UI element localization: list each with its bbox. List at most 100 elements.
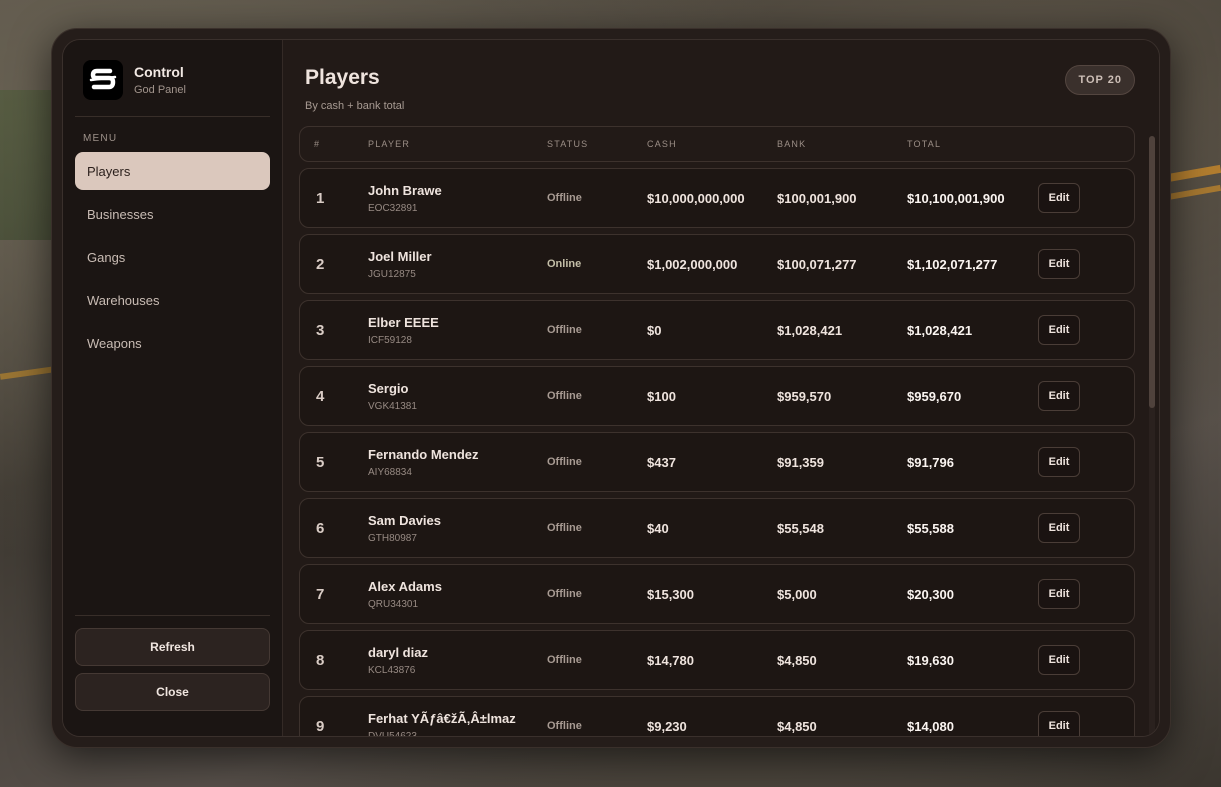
scrollbar-thumb[interactable] [1149, 136, 1155, 408]
edit-button[interactable]: Edit [1038, 711, 1080, 736]
brand: Control God Panel [75, 40, 270, 117]
page-subtitle: By cash + bank total [305, 100, 405, 112]
bank-value: $4,850 [777, 652, 817, 668]
total-value: $19,630 [907, 652, 954, 668]
sidebar-item-players[interactable]: Players [75, 152, 270, 190]
status-badge: Offline [547, 654, 582, 666]
sidebar-item-weapons[interactable]: Weapons [75, 324, 270, 362]
total-value: $91,796 [907, 454, 954, 470]
top-count-badge: TOP 20 [1065, 65, 1135, 95]
table-row: 2 Joel Miller JGU12875 Online $1,002,000,… [299, 234, 1135, 294]
cash-value: $0 [647, 322, 662, 338]
edit-button[interactable]: Edit [1038, 315, 1080, 345]
bank-value: $1,028,421 [777, 322, 843, 338]
refresh-button[interactable]: Refresh [75, 628, 270, 666]
total-value: $14,080 [907, 718, 954, 734]
status-badge: Online [547, 258, 582, 270]
table-row: 5 Fernando Mendez AIY68834 Offline $437 $… [299, 432, 1135, 492]
page-title: Players [305, 66, 380, 89]
edit-button[interactable]: Edit [1038, 645, 1080, 675]
edit-button[interactable]: Edit [1038, 381, 1080, 411]
cash-value: $15,300 [647, 586, 694, 602]
player-name: Ferhat YÃƒâ€žÃ‚Â±lmaz [368, 710, 516, 726]
total-value: $1,102,071,277 [907, 256, 998, 272]
player-name: Fernando Mendez [368, 446, 479, 462]
bank-value: $100,001,900 [777, 190, 857, 206]
brand-subtitle: God Panel [134, 84, 186, 96]
sidebar-item-warehouses[interactable]: Warehouses [75, 281, 270, 319]
cash-value: $100 [647, 388, 676, 404]
bank-value: $959,570 [777, 388, 832, 404]
row-rank: 4 [316, 387, 325, 405]
table-row: 4 Sergio VGK41381 Offline $100 $959,570 $… [299, 366, 1135, 426]
sidebar-actions: Refresh Close [75, 615, 270, 736]
table-header: # PLAYER STATUS CASH BANK TOTAL [299, 126, 1135, 162]
status-badge: Offline [547, 522, 582, 534]
total-value: $1,028,421 [907, 322, 973, 338]
sidebar-item-gangs[interactable]: Gangs [75, 238, 270, 276]
status-badge: Offline [547, 720, 582, 732]
player-id: AIY68834 [368, 466, 412, 478]
cash-value: $437 [647, 454, 676, 470]
god-panel-window: Control God Panel MENU Players Businesse… [51, 28, 1171, 748]
status-badge: Offline [547, 456, 582, 468]
panel-inner: Control God Panel MENU Players Businesse… [62, 39, 1160, 737]
main-content: Players By cash + bank total TOP 20 # PL… [283, 40, 1159, 736]
table-row: 3 Elber EEEE ICF59128 Offline $0 $1,028,4… [299, 300, 1135, 360]
column-header-player: PLAYER [368, 139, 411, 149]
column-header-cash: CASH [647, 139, 677, 149]
status-badge: Offline [547, 390, 582, 402]
edit-button[interactable]: Edit [1038, 249, 1080, 279]
column-header-bank: BANK [777, 139, 807, 149]
player-id: EOC32891 [368, 202, 418, 214]
cash-value: $10,000,000,000 [647, 190, 745, 206]
menu-label: MENU [83, 133, 118, 144]
row-rank: 3 [316, 321, 325, 339]
player-name: Elber EEEE [368, 314, 439, 330]
scrollbar-track[interactable] [1149, 136, 1155, 736]
total-value: $10,100,001,900 [907, 190, 1005, 206]
edit-button[interactable]: Edit [1038, 447, 1080, 477]
player-rows: 1 John Brawe EOC32891 Offline $10,000,000… [299, 168, 1135, 736]
total-value: $20,300 [907, 586, 954, 602]
total-value: $959,670 [907, 388, 962, 404]
status-badge: Offline [547, 192, 582, 204]
column-header-total: TOTAL [907, 139, 942, 149]
table-row: 6 Sam Davies GTH80987 Offline $40 $55,548… [299, 498, 1135, 558]
bank-value: $5,000 [777, 586, 817, 602]
row-rank: 2 [316, 255, 325, 273]
edit-button[interactable]: Edit [1038, 513, 1080, 543]
brand-title: Control [134, 64, 184, 80]
bank-value: $4,850 [777, 718, 817, 734]
sidebar-item-businesses[interactable]: Businesses [75, 195, 270, 233]
player-name: daryl diaz [368, 644, 428, 660]
cash-value: $40 [647, 520, 669, 536]
cash-value: $14,780 [647, 652, 694, 668]
edit-button[interactable]: Edit [1038, 183, 1080, 213]
close-button[interactable]: Close [75, 673, 270, 711]
row-rank: 5 [316, 453, 325, 471]
row-rank: 6 [316, 519, 325, 537]
cash-value: $1,002,000,000 [647, 256, 738, 272]
player-name: John Brawe [368, 182, 442, 198]
background-road-line [0, 366, 56, 380]
page-header: Players By cash + bank total TOP 20 [299, 40, 1135, 126]
table-row: 8 daryl diaz KCL43876 Offline $14,780 $4,… [299, 630, 1135, 690]
player-id: ICF59128 [368, 334, 412, 346]
status-badge: Offline [547, 588, 582, 600]
bank-value: $91,359 [777, 454, 824, 470]
player-id: QRU34301 [368, 598, 419, 610]
row-rank: 8 [316, 651, 325, 669]
total-value: $55,588 [907, 520, 954, 536]
dollar-s-logo-icon [83, 60, 123, 100]
player-name: Alex Adams [368, 578, 442, 594]
status-badge: Offline [547, 324, 582, 336]
table-row: 7 Alex Adams QRU34301 Offline $15,300 $5,… [299, 564, 1135, 624]
cash-value: $9,230 [647, 718, 687, 734]
table-row: 9 Ferhat YÃƒâ€žÃ‚Â±lmaz DVU54623 Offline … [299, 696, 1135, 736]
row-rank: 9 [316, 717, 325, 735]
row-rank: 1 [316, 189, 325, 207]
bank-value: $100,071,277 [777, 256, 857, 272]
edit-button[interactable]: Edit [1038, 579, 1080, 609]
sidebar: Control God Panel MENU Players Businesse… [63, 40, 283, 736]
